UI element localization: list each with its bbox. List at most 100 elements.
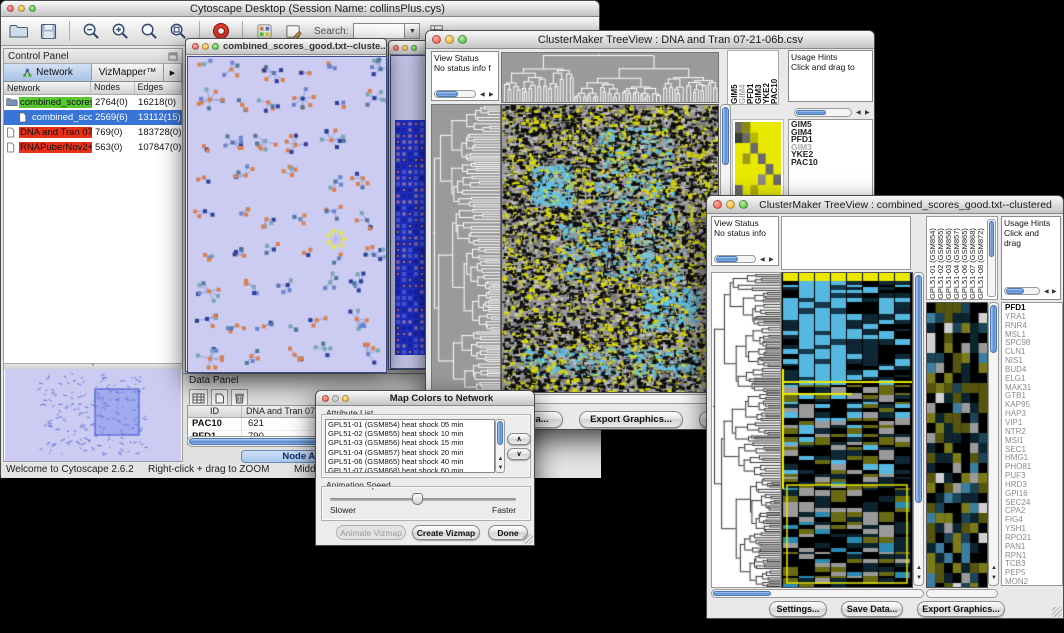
treeview1-titlebar[interactable]: ClusterMaker TreeView : DNA and Tran 07-… <box>426 31 874 49</box>
speed-slider-track[interactable] <box>330 498 516 501</box>
minimize-button[interactable] <box>402 45 408 51</box>
view-status-hscrollbar <box>434 90 476 98</box>
minimize-button[interactable] <box>726 200 735 209</box>
scroll-down-icon[interactable]: ▼ <box>916 575 922 581</box>
column-header-network[interactable]: Network <box>4 82 91 94</box>
search-input[interactable] <box>353 23 405 39</box>
attribute-item[interactable]: GPL51-04 (GSM857) heat shock 20 min <box>328 448 494 457</box>
close-button[interactable] <box>432 35 441 44</box>
search-dropdown-button[interactable]: ▼ <box>405 23 420 39</box>
scroll-right-icon[interactable]: ▶ <box>1052 289 1057 295</box>
scroll-up-icon[interactable]: ▲ <box>991 565 997 571</box>
scroll-right-icon[interactable]: ▶ <box>865 110 870 116</box>
dense-network-canvas[interactable] <box>395 120 425 355</box>
gene-label[interactable]: PAC10 <box>791 159 870 167</box>
scrollbar-thumb[interactable] <box>796 110 826 115</box>
column-header-nodes[interactable]: Nodes <box>91 82 135 94</box>
scrollbar-thumb[interactable] <box>716 256 738 262</box>
zoom-button[interactable] <box>342 395 349 402</box>
attribute-item[interactable]: GPL51-03 (GSM856) heat shock 15 min <box>328 438 494 447</box>
scroll-left-icon[interactable]: ◀ <box>1044 289 1049 295</box>
scroll-up-icon[interactable]: ▲ <box>498 456 504 462</box>
network-row[interactable]: DNA and Tran 07769(0)183728(0) <box>4 125 182 140</box>
done-button[interactable]: Done <box>488 525 528 540</box>
attribute-item[interactable]: GPL51-01 (GSM854) heat shock 05 min <box>328 420 494 429</box>
create-vizmap-button[interactable]: Create Vizmap <box>412 525 480 540</box>
tv2-row-dendrogram-canvas[interactable] <box>711 272 781 588</box>
scrollbar-thumb[interactable] <box>497 421 503 445</box>
minimize-button[interactable] <box>202 43 209 50</box>
move-up-button[interactable]: ∧ <box>507 433 531 445</box>
zoom-fit-button[interactable] <box>137 19 161 43</box>
network-view-2[interactable] <box>390 55 428 369</box>
zoom-button[interactable] <box>411 45 417 51</box>
network-row[interactable]: combined_sco2569(6)13112(15) <box>4 110 182 125</box>
tv2-save-data-button[interactable]: Save Data... <box>841 601 903 617</box>
scroll-down-icon[interactable]: ▼ <box>498 465 504 471</box>
save-session-button[interactable] <box>36 19 60 43</box>
scrollbar-thumb[interactable] <box>722 107 729 165</box>
column-header-id[interactable]: ID <box>188 406 242 417</box>
tv2-detail-heatmap-canvas[interactable] <box>926 302 988 588</box>
scroll-up-icon[interactable]: ▲ <box>916 565 922 571</box>
zoom-in-button[interactable] <box>108 19 132 43</box>
zoom-button[interactable] <box>29 5 36 12</box>
tv1-export-graphics-button[interactable]: Export Graphics... <box>579 411 683 428</box>
zoom-button[interactable] <box>458 35 467 44</box>
tv1-column-dendrogram-canvas[interactable] <box>501 52 719 103</box>
close-button[interactable] <box>7 5 14 12</box>
scroll-left-icon[interactable]: ◀ <box>760 257 765 263</box>
speed-slider-thumb[interactable] <box>412 493 423 505</box>
cytoscape-titlebar[interactable]: Cytoscape Desktop (Session Name: collins… <box>1 1 599 17</box>
scroll-down-icon[interactable]: ▼ <box>991 575 997 581</box>
scrollbar-thumb[interactable] <box>1006 288 1024 294</box>
dialog-titlebar[interactable]: Map Colors to Network <box>316 391 534 406</box>
close-button[interactable] <box>192 43 199 50</box>
tab-vizmapper[interactable]: VizMapper™ <box>92 64 164 81</box>
network-view-canvas[interactable] <box>187 56 387 373</box>
treeview2-titlebar[interactable]: ClusterMaker TreeView : combined_scores_… <box>707 196 1063 214</box>
gene-label[interactable]: MON2 <box>1005 578 1062 586</box>
tv2-heatmap-canvas[interactable] <box>781 272 913 588</box>
scrollbar-thumb[interactable] <box>990 305 997 353</box>
tv2-settings-button[interactable]: Settings... <box>769 601 827 617</box>
resize-grip[interactable] <box>1052 607 1062 617</box>
tab-network[interactable]: Network <box>4 64 92 81</box>
attribute-list[interactable]: GPL51-01 (GSM854) heat shock 05 minGPL51… <box>325 419 495 473</box>
move-down-button[interactable]: ∨ <box>507 448 531 460</box>
tab-overflow-button[interactable]: ▶ <box>164 64 182 81</box>
network-overview-canvas[interactable] <box>5 369 181 461</box>
scroll-right-icon[interactable]: ▶ <box>769 257 774 263</box>
scroll-right-icon[interactable]: ▶ <box>489 92 494 98</box>
scroll-left-icon[interactable]: ◀ <box>856 110 861 116</box>
float-panel-icon[interactable] <box>168 52 178 61</box>
attribute-item[interactable]: GPL51-02 (GSM855) heat shock 10 min <box>328 429 494 438</box>
column-header-edges[interactable]: Edges <box>135 82 182 94</box>
attribute-item[interactable]: GPL51-07 (GSM868) heat shock 60 min <box>328 466 494 473</box>
scroll-left-icon[interactable]: ◀ <box>480 92 485 98</box>
attribute-item[interactable]: GPL51-06 (GSM865) heat shock 40 min <box>328 457 494 466</box>
zoom-button[interactable] <box>739 200 748 209</box>
scrollbar-thumb[interactable] <box>915 275 922 503</box>
open-session-button[interactable] <box>7 19 31 43</box>
scrollbar-thumb[interactable] <box>436 91 458 97</box>
minimize-button[interactable] <box>445 35 454 44</box>
minimize-button[interactable] <box>18 5 25 12</box>
tv1-row-dendrogram-canvas[interactable] <box>431 104 501 393</box>
tv2-export-graphics-button[interactable]: Export Graphics... <box>917 601 1005 617</box>
network-row[interactable]: RNAPuberNov2+563(0)107847(0) <box>4 140 182 155</box>
zoom-out-button[interactable] <box>79 19 103 43</box>
resize-grip[interactable] <box>523 534 533 544</box>
zoom-button[interactable] <box>212 43 219 50</box>
tv1-similarity-matrix-canvas[interactable] <box>735 122 781 206</box>
tv1-heatmap-canvas[interactable] <box>501 104 719 393</box>
scrollbar-thumb[interactable] <box>989 221 994 257</box>
close-button[interactable] <box>713 200 722 209</box>
column-label: GPL51-08 (GSM872) <box>976 217 984 299</box>
close-button[interactable] <box>322 395 329 402</box>
scrollbar-thumb[interactable] <box>713 591 771 596</box>
close-button[interactable] <box>393 45 399 51</box>
network-window-titlebar[interactable]: combined_scores_good.txt--cluste... <box>186 39 386 55</box>
network-window-2-titlebar[interactable] <box>389 41 429 55</box>
network-row[interactable]: combined_scores2764(0)16218(0) <box>4 95 182 110</box>
